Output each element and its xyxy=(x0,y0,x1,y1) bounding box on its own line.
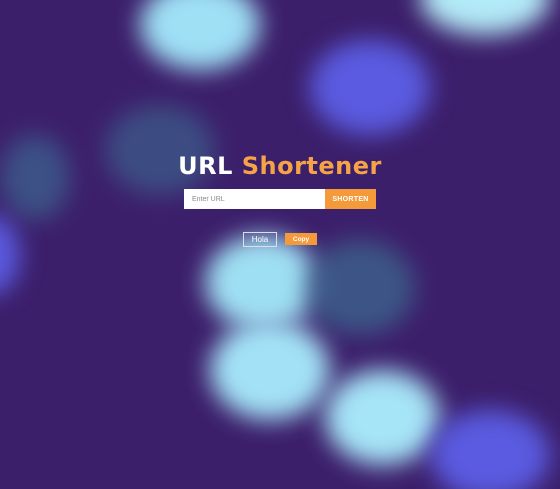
title-word-url: URL xyxy=(178,152,233,180)
bokeh-light-decoration xyxy=(0,215,20,295)
bokeh-light-decoration xyxy=(205,235,320,330)
app-background: URL Shortener SHORTEN Hola Copy xyxy=(0,0,560,489)
bokeh-light-decoration xyxy=(305,240,415,335)
bokeh-light-decoration xyxy=(140,0,260,70)
bokeh-light-decoration xyxy=(325,370,440,465)
title-word-shortener: Shortener xyxy=(241,152,382,180)
short-url-output: Hola xyxy=(243,231,277,247)
page-title: URL Shortener xyxy=(0,150,560,182)
result-row: Hola Copy xyxy=(243,231,317,247)
bokeh-light-decoration xyxy=(420,0,550,35)
url-form: SHORTEN xyxy=(184,189,376,209)
url-input[interactable] xyxy=(184,189,325,209)
bokeh-light-decoration xyxy=(210,320,330,420)
bokeh-light-decoration xyxy=(310,40,430,135)
shorten-button[interactable]: SHORTEN xyxy=(325,189,376,209)
bokeh-light-decoration xyxy=(430,410,550,489)
copy-button[interactable]: Copy xyxy=(285,233,317,245)
